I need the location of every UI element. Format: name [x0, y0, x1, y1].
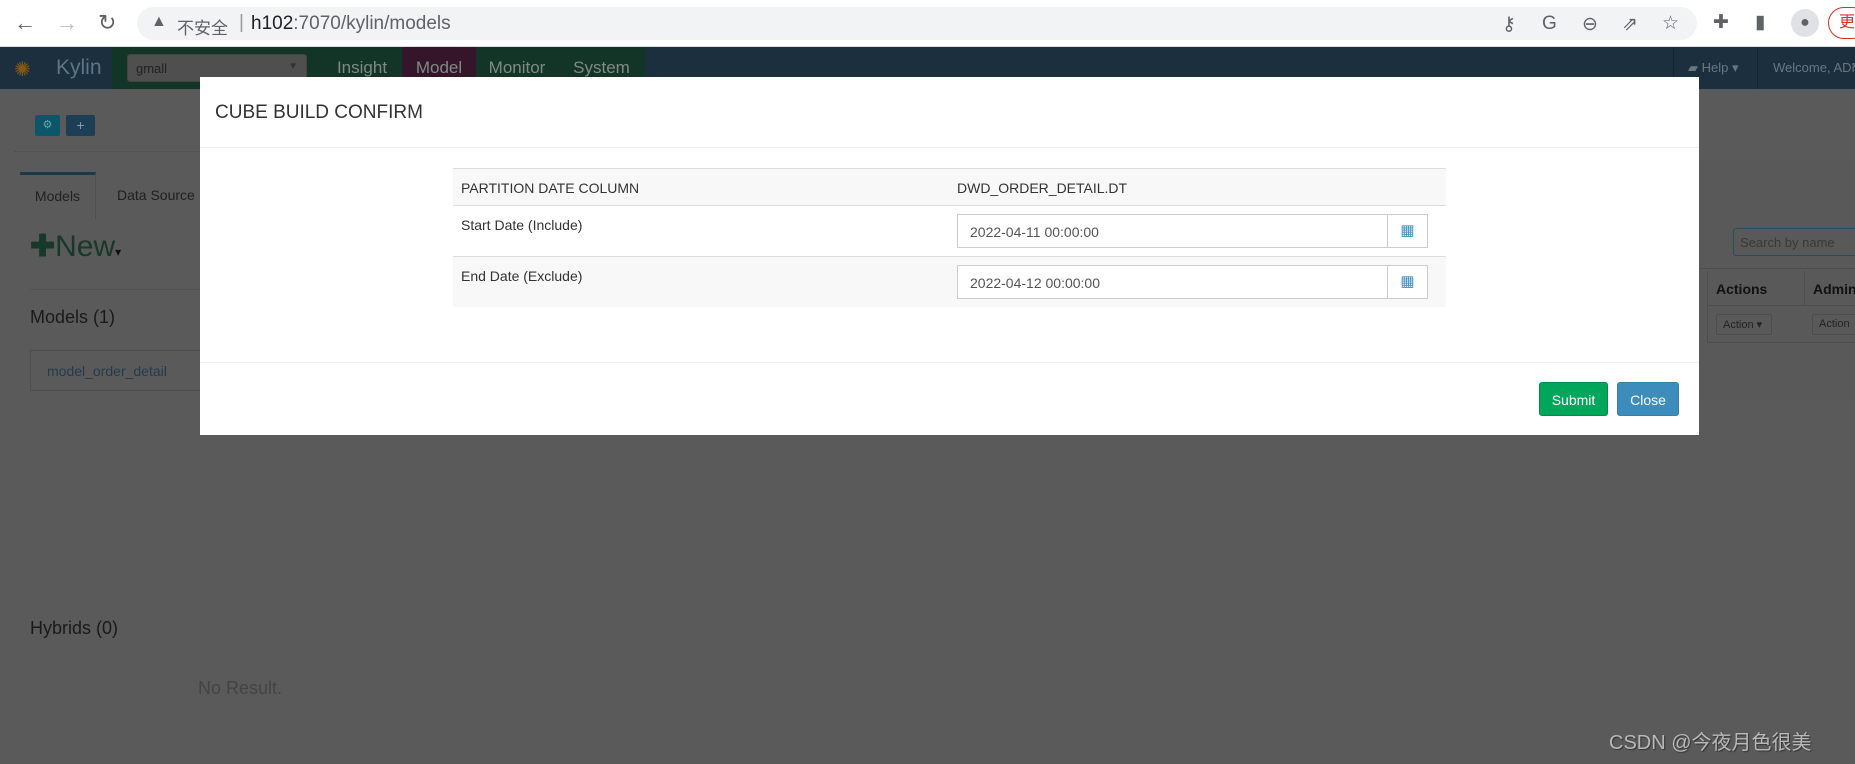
- partition-value: DWD_ORDER_DETAIL.DT: [957, 180, 1128, 196]
- tab-models[interactable]: Models: [20, 172, 96, 219]
- back-icon[interactable]: ←: [14, 10, 36, 36]
- partition-label: PARTITION DATE COLUMN: [461, 180, 640, 196]
- cogs-icon: ⚙: [42, 119, 53, 131]
- start-date-value: 2022-04-11 00:00:00: [970, 224, 1099, 240]
- modal-title: CUBE BUILD CONFIRM: [215, 102, 423, 123]
- footer-divider: [200, 362, 1699, 363]
- plus-icon: ✚: [30, 230, 56, 263]
- model-list: model_order_detail: [30, 350, 210, 391]
- kylin-logo-icon: ✺: [14, 59, 31, 81]
- add-button[interactable]: +: [66, 115, 95, 136]
- url[interactable]: h102:7070/kylin/models: [251, 13, 451, 35]
- chevron-down-icon: ▼: [288, 61, 298, 72]
- search-input[interactable]: Search by name: [1733, 228, 1855, 256]
- insecure-label: 不安全: [177, 19, 228, 38]
- end-date-row: End Date (Exclude) 2022-04-12 00:00:00 ▦: [453, 256, 1446, 307]
- reload-icon[interactable]: ↻: [98, 10, 116, 36]
- settings-button[interactable]: ⚙: [35, 115, 60, 136]
- plus-icon: +: [76, 117, 85, 133]
- submit-button[interactable]: Submit: [1539, 382, 1608, 416]
- no-result: No Result.: [198, 678, 283, 698]
- calendar-icon[interactable]: ▦: [1387, 266, 1427, 298]
- action-label: Action: [1723, 319, 1754, 331]
- models-heading: Models (1): [30, 307, 116, 327]
- column-header-actions: Actions: [1707, 271, 1804, 305]
- divider: [15, 151, 215, 152]
- address-bar[interactable]: ▲ 不安全 | h102:7070/kylin/models ⚷ G ⊖ ⇗ ☆: [137, 7, 1697, 40]
- header-divider: [200, 147, 1699, 148]
- profile-icon[interactable]: ●: [1791, 9, 1819, 37]
- watermark: CSDN @今夜月色很美: [1609, 732, 1812, 754]
- divider: [1699, 268, 1855, 269]
- key-icon[interactable]: ⚷: [1502, 13, 1516, 36]
- project-value: gmall: [136, 61, 168, 76]
- welcome-user[interactable]: Welcome, ADM: [1773, 60, 1855, 75]
- new-button[interactable]: ✚New▾: [30, 229, 121, 264]
- start-date-input[interactable]: 2022-04-11 00:00:00 ▦: [957, 214, 1428, 248]
- forward-icon[interactable]: →: [56, 10, 78, 36]
- new-label: New: [55, 230, 116, 263]
- warning-icon: ▲: [151, 13, 167, 30]
- hybrids-heading: Hybrids (0): [30, 618, 119, 638]
- share-icon[interactable]: ⇗: [1622, 13, 1638, 36]
- extensions-icon[interactable]: ✚: [1713, 11, 1729, 34]
- action-dropdown[interactable]: Action ▾: [1716, 314, 1772, 335]
- url-host: h102: [251, 13, 294, 34]
- side-panel-icon[interactable]: ▮: [1755, 11, 1765, 34]
- start-date-row: Start Date (Include) 2022-04-11 00:00:00…: [453, 205, 1446, 256]
- build-form-table: PARTITION DATE COLUMN DWD_ORDER_DETAIL.D…: [453, 168, 1446, 307]
- translate-icon[interactable]: G: [1542, 13, 1557, 35]
- admin-action-dropdown[interactable]: Action: [1812, 314, 1855, 335]
- end-date-value: 2022-04-12 00:00:00: [970, 275, 1100, 291]
- star-icon[interactable]: ☆: [1662, 12, 1679, 35]
- browser-toolbar: ← → ↻ ▲ 不安全 | h102:7070/kylin/models ⚷ G…: [0, 0, 1855, 47]
- url-path: :7070/kylin/models: [293, 13, 451, 34]
- update-button[interactable]: 更: [1828, 7, 1855, 39]
- book-icon: ▰: [1688, 60, 1702, 75]
- brand[interactable]: Kylin: [56, 56, 102, 80]
- end-date-input[interactable]: 2022-04-12 00:00:00 ▦: [957, 265, 1428, 299]
- tab-data-source[interactable]: Data Source: [117, 187, 195, 203]
- model-item[interactable]: model_order_detail: [47, 363, 167, 379]
- close-button[interactable]: Close: [1617, 382, 1679, 416]
- cube-build-confirm-modal: CUBE BUILD CONFIRM PARTITION DATE COLUMN…: [200, 77, 1699, 435]
- zoom-out-icon[interactable]: ⊖: [1582, 13, 1598, 36]
- column-header-admin: Admin: [1804, 271, 1855, 305]
- start-date-label: Start Date (Include): [461, 217, 583, 233]
- end-date-label: End Date (Exclude): [461, 268, 583, 284]
- partition-row: PARTITION DATE COLUMN DWD_ORDER_DETAIL.D…: [453, 168, 1446, 205]
- divider: |: [239, 12, 244, 33]
- calendar-icon[interactable]: ▦: [1387, 215, 1427, 247]
- divider: [30, 289, 200, 290]
- help-label: Help: [1701, 60, 1729, 75]
